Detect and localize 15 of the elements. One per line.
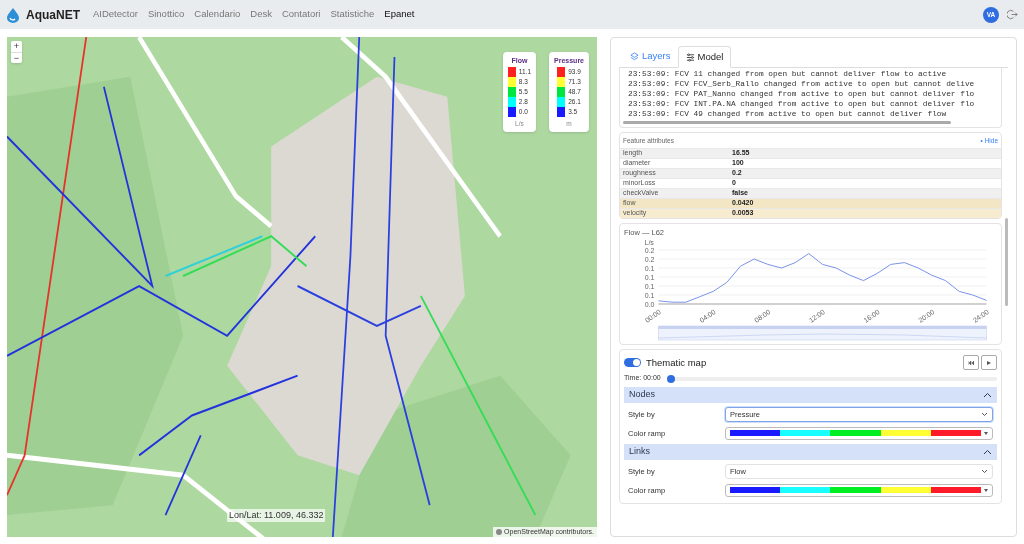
zoom-in-button[interactable]: + xyxy=(11,41,22,52)
zoom-out-button[interactable]: − xyxy=(11,52,22,63)
section-header[interactable]: Nodes xyxy=(624,386,997,403)
nav-link[interactable]: Contatori xyxy=(281,7,321,22)
nav-link[interactable]: Desk xyxy=(250,7,272,22)
nav-link[interactable]: Calendario xyxy=(194,7,241,22)
section-header[interactable]: Links xyxy=(624,443,997,460)
nav-link[interactable]: Epanet xyxy=(384,7,415,22)
nav-link[interactable]: AIDetector xyxy=(93,7,138,22)
app-title: AquaNET xyxy=(26,6,80,24)
nav-link[interactable]: Statistiche xyxy=(330,7,375,22)
panel-tab[interactable]: Layers xyxy=(623,45,678,67)
panel-tab[interactable]: Model xyxy=(677,46,732,68)
nav-link[interactable]: Sinottico xyxy=(147,7,185,22)
toggle-label: Thematic map xyxy=(646,355,707,370)
